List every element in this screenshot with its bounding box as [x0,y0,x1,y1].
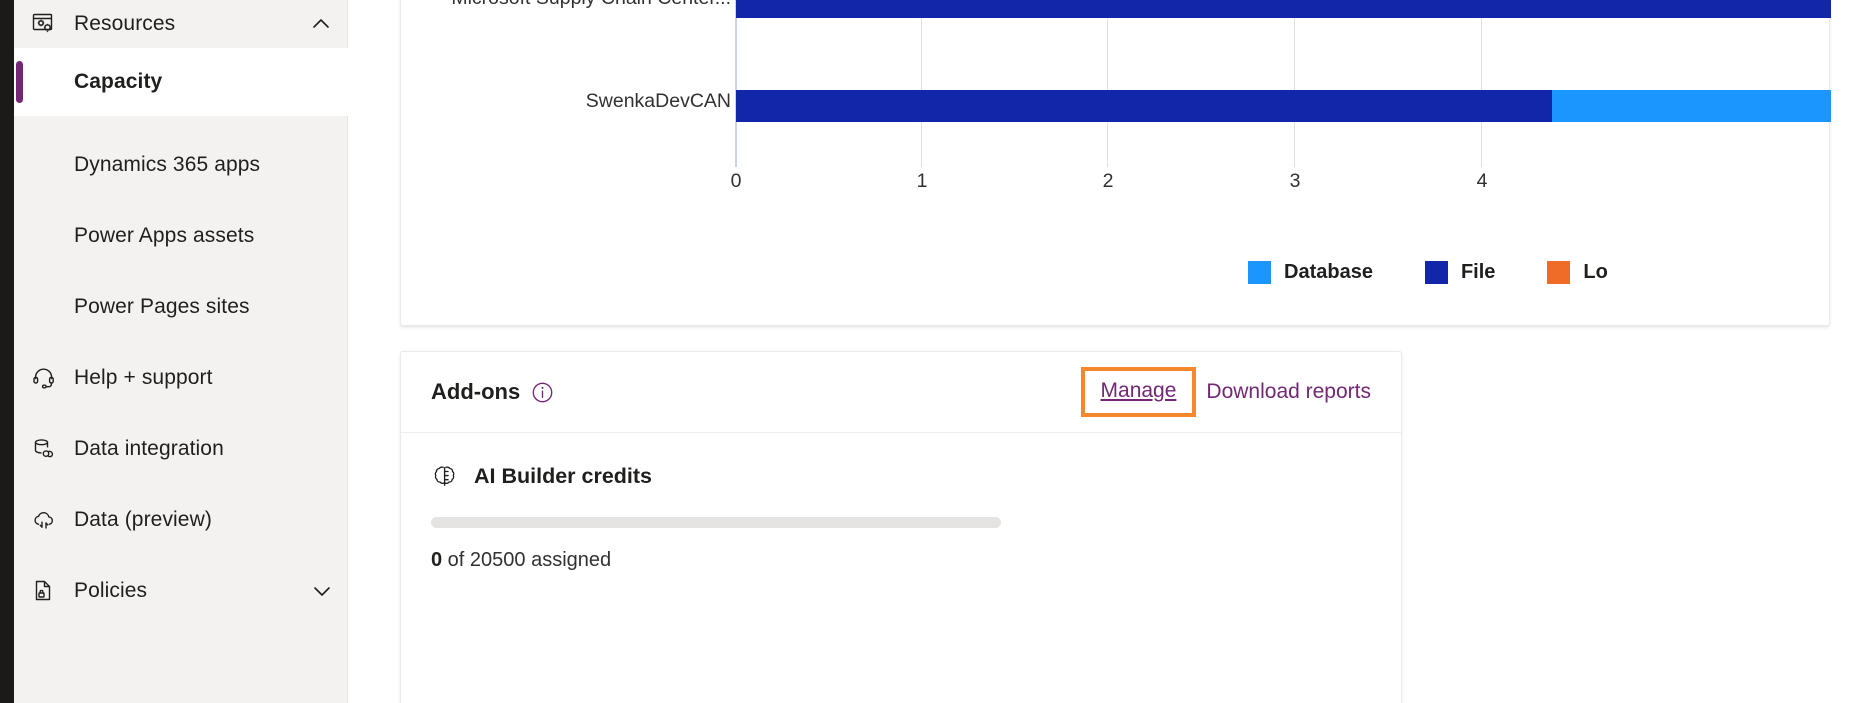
database-link-icon [30,435,58,463]
capacity-chart: Microsoft Supply Chain Center... SwenkaD… [401,0,1831,325]
legend-swatch-icon [1424,261,1448,284]
sidebar-item-label: Data integration [74,437,224,460]
manage-link[interactable]: Manage [1101,379,1177,403]
sidebar-group-label: Resources [74,12,176,35]
chevron-up-icon[interactable] [309,12,333,36]
legend-item-file[interactable]: File [1424,261,1496,284]
chart-bar-segment-file [736,90,1552,122]
chart-x-tick: 1 [916,170,928,192]
sidebar-group-resources[interactable]: Resources [14,0,347,48]
chart-gridline [1294,0,1295,167]
manage-highlight-box: Manage [1080,367,1197,417]
legend-label: Database [1284,261,1373,283]
addon-name: AI Builder credits [474,464,653,488]
left-navigation: Resources Capacity Dynamics 365 apps Pow… [14,0,348,703]
sidebar-item-dynamics-365-apps[interactable]: Dynamics 365 apps [14,138,348,192]
chevron-down-icon[interactable] [310,579,334,603]
sidebar-item-label: Dynamics 365 apps [74,153,261,176]
legend-item-database[interactable]: Database [1248,261,1373,284]
sidebar-item-power-pages-sites[interactable]: Power Pages sites [14,280,348,334]
chart-bar-segment-file [736,0,1831,18]
legend-label: File [1460,261,1496,283]
chart-x-tick: 0 [730,170,742,192]
sidebar-item-data-integration[interactable]: Data integration [14,422,348,476]
main-content: Microsoft Supply Chain Center... SwenkaD… [349,0,1851,703]
addons-card: Add-ons Manage Download reports AI Build… [400,351,1402,703]
addon-row-ai-builder-credits: AI Builder credits 0 of 20500 assigned [401,433,1401,572]
chart-category-label: SwenkaDevCAN [585,90,731,112]
sidebar-item-policies[interactable]: Policies [14,564,348,618]
chart-axis-line [735,0,737,167]
app-rail-edge [0,0,14,703]
sidebar-item-label: Policies [74,579,148,602]
download-reports-link[interactable]: Download reports [1206,380,1371,404]
chart-x-tick: 2 [1102,170,1114,192]
legend-swatch-icon [1547,261,1571,284]
sidebar-item-help-support[interactable]: Help + support [14,351,348,405]
sidebar-item-capacity[interactable]: Capacity [14,48,348,116]
ai-builder-icon [431,463,458,490]
sidebar-item-label: Help + support [74,366,213,389]
chart-gridline [921,0,922,167]
sidebar-item-power-apps-assets[interactable]: Power Apps assets [14,209,348,263]
legend-item-log[interactable]: Lo [1547,261,1608,284]
chart-bar-row[interactable] [736,0,1831,18]
chart-bar-segment-database [1552,90,1831,122]
addon-assigned-suffix: of 20500 assigned [442,549,612,571]
addons-header: Add-ons Manage Download reports [401,352,1401,433]
cloud-sync-icon [30,506,58,534]
chart-gridline [1107,0,1108,167]
capacity-chart-card: Microsoft Supply Chain Center... SwenkaD… [400,0,1831,326]
sidebar-item-label: Power Apps assets [74,224,255,247]
addons-actions: Manage Download reports [1080,367,1371,417]
sidebar-item-data-preview[interactable]: Data (preview) [14,493,348,547]
sidebar-item-label: Data (preview) [74,508,212,531]
chart-gridline [1481,0,1482,167]
addon-title-line: AI Builder credits [431,463,1401,490]
legend-swatch-icon [1248,261,1271,284]
addon-assigned-text: 0 of 20500 assigned [431,549,1401,572]
addons-title: Add-ons [431,379,521,404]
app-root: Resources Capacity Dynamics 365 apps Pow… [0,0,1851,703]
info-icon[interactable] [531,381,554,404]
chart-category-label: Microsoft Supply Chain Center... [421,0,731,10]
chart-x-tick: 3 [1289,170,1301,192]
chart-bar-row[interactable] [736,90,1831,122]
headset-icon [30,364,58,392]
addon-progress-bar [431,517,1001,528]
chart-legend: Database File Lo [1248,261,1608,284]
sidebar-item-label: Capacity [74,70,163,93]
legend-label: Lo [1583,261,1608,283]
resources-icon [30,10,58,38]
chart-x-tick: 4 [1476,170,1488,192]
sidebar-item-label: Power Pages sites [74,295,250,318]
document-policy-icon [30,577,58,605]
addon-assigned-value: 0 [431,549,443,571]
